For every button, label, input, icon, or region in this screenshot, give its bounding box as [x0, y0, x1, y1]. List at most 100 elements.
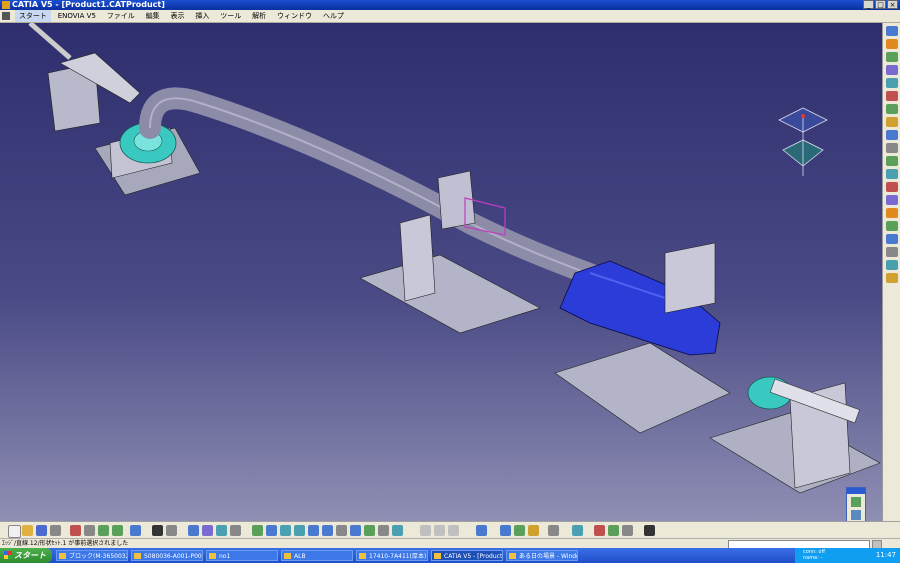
windows-taskbar: スタート ブロック(M-3650032-S... S080036-A001-P0… — [0, 548, 900, 563]
new-icon[interactable] — [8, 525, 21, 538]
constraint-icon[interactable] — [434, 525, 445, 536]
rotate-icon[interactable] — [294, 525, 305, 536]
start-button-label: スタート — [14, 551, 46, 560]
toolbar-tool-icon[interactable] — [886, 65, 898, 75]
toolbar-tool-icon[interactable] — [886, 52, 898, 62]
view-tool-icon[interactable] — [202, 525, 213, 536]
toolbar-tool-icon[interactable] — [886, 156, 898, 166]
start-button[interactable]: スタート — [0, 548, 52, 563]
catia-app-icon — [2, 1, 10, 9]
clock[interactable]: 11:47 — [876, 548, 896, 563]
taskbar-item[interactable]: ブロック(M-3650032-S... — [56, 550, 128, 561]
toolbar-tool-icon[interactable] — [886, 273, 898, 283]
measure-icon[interactable] — [528, 525, 539, 536]
taskbar-item[interactable]: ALB — [281, 550, 353, 561]
toolbar-tool-icon[interactable] — [886, 117, 898, 127]
pan-icon[interactable] — [280, 525, 291, 536]
toolbar-tool-icon[interactable] — [886, 39, 898, 49]
toolbar-tool-icon[interactable] — [886, 78, 898, 88]
open-icon[interactable] — [22, 525, 33, 536]
measure-icon[interactable] — [514, 525, 525, 536]
toolbar-tool-icon[interactable] — [886, 221, 898, 231]
toolbar-tool-icon[interactable] — [886, 247, 898, 257]
copy-icon[interactable] — [84, 525, 95, 536]
zoom-out-icon[interactable] — [322, 525, 333, 536]
menu-view[interactable]: 表示 — [167, 10, 189, 22]
maximize-icon[interactable]: □ — [875, 0, 886, 9]
close-icon[interactable]: × — [887, 0, 898, 9]
constraint-icon[interactable] — [420, 525, 431, 536]
toolbar-tool-icon[interactable] — [886, 104, 898, 114]
taskbar-item-active[interactable]: CATIA V5 - [Product... — [431, 550, 503, 561]
swap-space-icon[interactable] — [392, 525, 403, 536]
3d-viewport[interactable] — [0, 23, 882, 521]
redo-icon[interactable] — [112, 525, 123, 536]
comment-icon[interactable] — [166, 525, 177, 536]
toolbar-tool-icon[interactable] — [886, 130, 898, 140]
menu-edit[interactable]: 編集 — [142, 10, 164, 22]
tool-icon[interactable] — [851, 510, 861, 520]
menu-insert[interactable]: 挿入 — [191, 10, 213, 22]
toolbar-tool-icon[interactable] — [886, 91, 898, 101]
refresh-icon[interactable] — [548, 525, 559, 536]
taskbar-item[interactable]: no1 — [206, 550, 278, 561]
bottom-toolbar — [0, 521, 900, 539]
toolbar-tool-icon[interactable] — [886, 195, 898, 205]
right-toolbar — [882, 23, 900, 521]
system-tray: conn: off name: - 11:47 — [795, 548, 900, 563]
menu-tools[interactable]: ツール — [216, 10, 245, 22]
menu-help[interactable]: ヘルプ — [319, 10, 348, 22]
assembly-model[interactable] — [0, 23, 882, 521]
catalog-icon[interactable] — [572, 525, 583, 536]
analysis-icon[interactable] — [622, 525, 633, 536]
tray-info: conn: off name: - — [803, 549, 825, 561]
menu-analyze[interactable]: 解析 — [248, 10, 270, 22]
compass-icon[interactable] — [775, 106, 831, 186]
toolbar-tool-icon[interactable] — [886, 208, 898, 218]
window-title-bar: CATIA V5 - [Product1.CATProduct] _ □ × — [0, 0, 900, 10]
formula-icon[interactable] — [152, 525, 163, 536]
grid-icon[interactable] — [644, 525, 655, 536]
taskbar-item[interactable]: 17410-7A411(厚本) — [356, 550, 428, 561]
save-icon[interactable] — [36, 525, 47, 536]
print-icon[interactable] — [50, 525, 61, 536]
cut-icon[interactable] — [70, 525, 81, 536]
menu-file[interactable]: ファイル — [103, 10, 139, 22]
view-tool-icon[interactable] — [188, 525, 199, 536]
normal-view-icon[interactable] — [336, 525, 347, 536]
undo-icon[interactable] — [98, 525, 109, 536]
view-tool-icon[interactable] — [216, 525, 227, 536]
update-icon[interactable] — [476, 525, 487, 536]
toolbar-tool-icon[interactable] — [886, 169, 898, 179]
catia-logo-icon — [2, 11, 10, 20]
view-tool-icon[interactable] — [230, 525, 241, 536]
menu-start[interactable]: スタート — [14, 10, 51, 22]
menu-enovia[interactable]: ENOVIA V5 — [54, 10, 100, 22]
toolbar-tool-icon[interactable] — [886, 234, 898, 244]
analysis-icon[interactable] — [608, 525, 619, 536]
hide-show-icon[interactable] — [378, 525, 389, 536]
tool-icon[interactable] — [851, 497, 861, 507]
iso-view-icon[interactable] — [350, 525, 361, 536]
constraint-icon[interactable] — [448, 525, 459, 536]
window-title: CATIA V5 - [Product1.CATProduct] — [12, 0, 165, 9]
floating-toolbar-title[interactable] — [847, 488, 865, 494]
fit-all-icon[interactable] — [266, 525, 277, 536]
menu-bar: スタート ENOVIA V5 ファイル 編集 表示 挿入 ツール 解析 ウィンド… — [0, 10, 900, 23]
shading-icon[interactable] — [364, 525, 375, 536]
toolbar-tool-icon[interactable] — [886, 260, 898, 270]
measure-icon[interactable] — [500, 525, 511, 536]
help-icon[interactable] — [130, 525, 141, 536]
taskbar-item[interactable]: ある日の場景 - Windo... — [506, 550, 578, 561]
toolbar-tool-icon[interactable] — [886, 182, 898, 192]
minimize-icon[interactable]: _ — [863, 0, 874, 9]
zoom-in-icon[interactable] — [308, 525, 319, 536]
fly-mode-icon[interactable] — [252, 525, 263, 536]
floating-toolbar[interactable] — [846, 487, 866, 521]
taskbar-item[interactable]: S080036-A001-P001 — [131, 550, 203, 561]
menu-window[interactable]: ウィンドウ — [273, 10, 316, 22]
toolbar-tool-icon[interactable] — [886, 26, 898, 36]
tray-info-line: name: - — [803, 555, 823, 561]
analysis-icon[interactable] — [594, 525, 605, 536]
toolbar-tool-icon[interactable] — [886, 143, 898, 153]
